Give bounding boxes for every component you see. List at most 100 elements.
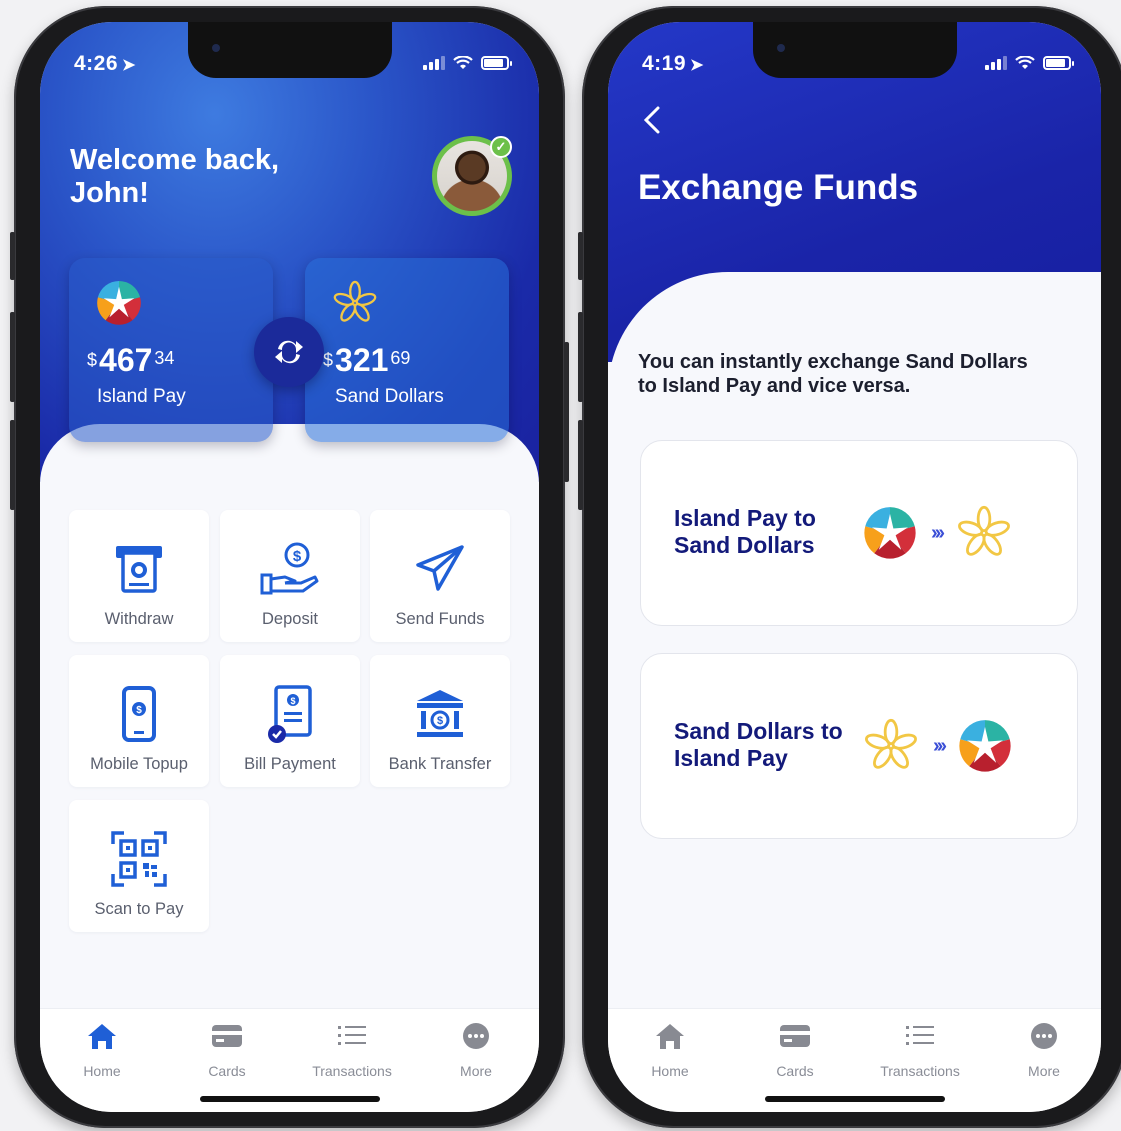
tab-more[interactable]: More: [994, 1021, 1094, 1079]
send-funds-tile[interactable]: Send Funds: [370, 510, 510, 642]
scan-to-pay-tile[interactable]: Scan to Pay: [69, 800, 209, 932]
home-icon: [88, 1024, 116, 1049]
tab-home[interactable]: Home: [52, 1021, 152, 1079]
atm-icon: [116, 546, 162, 593]
notch: [752, 22, 957, 78]
welcome-greeting: Welcome back, John!: [70, 144, 280, 209]
status-time: 4:19 ➤: [642, 52, 704, 75]
home-icon: [656, 1024, 684, 1049]
sand-dollars-to-island-pay-option[interactable]: Sand Dollars to Island Pay ›››: [640, 653, 1078, 839]
island-pay-logo-icon: [958, 719, 1012, 773]
page-title: Exchange Funds: [638, 168, 919, 207]
verified-check-icon: ✓: [490, 136, 512, 158]
currency-symbol: $: [323, 350, 334, 370]
tab-cards[interactable]: Cards: [745, 1021, 845, 1079]
island-pay-logo-icon: [863, 506, 917, 560]
tab-label: More: [1028, 1063, 1060, 1079]
volume-down-button: [10, 420, 15, 510]
battery-icon: [1043, 56, 1074, 70]
tab-label: Home: [83, 1063, 121, 1079]
sand-dollars-balance-card[interactable]: $ 321 69 Sand Dollars: [305, 258, 509, 442]
island-pay-label: Island Pay: [97, 386, 186, 407]
option-label: Island Pay to Sand Dollars: [674, 505, 816, 558]
more-icon: [1031, 1023, 1057, 1049]
tab-label: Cards: [776, 1063, 814, 1079]
svg-text:$: $: [290, 696, 295, 706]
more-icon: [463, 1023, 489, 1049]
tab-transactions[interactable]: Transactions: [870, 1021, 970, 1079]
tab-more[interactable]: More: [426, 1021, 526, 1079]
deposit-hand-icon: $: [260, 542, 319, 595]
deposit-tile[interactable]: $ Deposit: [220, 510, 360, 642]
balance-cents: 34: [154, 348, 175, 368]
battery-icon: [481, 56, 512, 70]
notch: [187, 22, 392, 78]
tab-label: Home: [651, 1063, 689, 1079]
currency-symbol: $: [87, 350, 98, 370]
volume-down-button: [578, 420, 583, 510]
arrows-right-icon: ›››: [933, 734, 947, 757]
island-pay-balance: $ 467 34: [87, 342, 174, 379]
option-label: Sand Dollars to Island Pay: [674, 718, 843, 771]
power-button: [564, 342, 569, 482]
volume-up-button: [10, 312, 15, 402]
balance-whole: 321: [335, 342, 389, 378]
deposit-label: Deposit: [262, 610, 318, 628]
exchange-description: You can instantly exchange Sand Dollars …: [638, 351, 1028, 397]
sand-dollar-logo-icon: [863, 718, 919, 774]
home-indicator: [199, 1096, 380, 1102]
svg-text:$: $: [293, 548, 302, 565]
bill-icon: $: [268, 685, 312, 743]
balance-cents: 69: [390, 348, 411, 368]
tab-bar: Home Cards Transactions More: [40, 1008, 539, 1112]
sand-dollar-logo-icon: [956, 505, 1012, 561]
back-button[interactable]: [643, 106, 660, 139]
volume-up-button: [578, 312, 583, 402]
mobile-topup-label: Mobile Topup: [90, 755, 188, 773]
send-funds-label: Send Funds: [395, 610, 485, 628]
status-time: 4:26 ➤: [74, 52, 136, 75]
arrows-right-icon: ›››: [931, 521, 945, 544]
exchange-screen: 4:19 ➤ Exchange Funds You can instantly e…: [608, 22, 1101, 1112]
avatar[interactable]: ✓: [432, 136, 512, 216]
home-indicator: [764, 1096, 945, 1102]
right-phone-frame: 4:19 ➤ Exchange Funds You can instantly e…: [578, 6, 1121, 1128]
tab-bar: Home Cards Transactions More: [608, 1008, 1101, 1112]
tab-label: Transactions: [312, 1063, 392, 1079]
tab-label: Cards: [208, 1063, 246, 1079]
svg-text:$: $: [136, 705, 142, 716]
sand-dollars-balance: $ 321 69: [323, 342, 410, 379]
tab-cards[interactable]: Cards: [177, 1021, 277, 1079]
island-pay-logo-icon: [96, 280, 142, 326]
island-pay-balance-card[interactable]: $ 467 34 Island Pay: [69, 258, 273, 442]
tab-label: Transactions: [880, 1063, 960, 1079]
tab-home[interactable]: Home: [620, 1021, 720, 1079]
wifi-icon: [453, 56, 473, 69]
bank-icon: $: [417, 690, 463, 737]
scan-to-pay-label: Scan to Pay: [94, 900, 184, 918]
sand-dollars-label: Sand Dollars: [335, 386, 444, 407]
cellular-signal-icon: [423, 56, 445, 70]
bank-transfer-label: Bank Transfer: [388, 755, 492, 773]
swap-arrows-icon: [275, 340, 303, 364]
exchange-flow: ›››: [863, 505, 1012, 561]
location-arrow-icon: ➤: [122, 57, 136, 74]
withdraw-label: Withdraw: [104, 610, 174, 628]
exchange-flow: ›››: [863, 718, 1012, 774]
cellular-signal-icon: [985, 56, 1007, 70]
left-phone-frame: 4:26 ➤ Welcome back, John! ✓ $ 467 34 Isl…: [10, 6, 569, 1128]
mobile-phone-icon: $: [122, 686, 156, 742]
tab-transactions[interactable]: Transactions: [302, 1021, 402, 1079]
list-icon: [338, 1026, 366, 1045]
balance-whole: 467: [99, 342, 153, 378]
mute-switch: [578, 232, 583, 280]
bill-payment-tile[interactable]: $ Bill Payment: [220, 655, 360, 787]
svg-text:$: $: [437, 715, 443, 727]
swap-button[interactable]: [254, 317, 324, 387]
chevron-left-icon: [643, 106, 660, 134]
mobile-topup-tile[interactable]: $ Mobile Topup: [69, 655, 209, 787]
island-pay-to-sand-dollars-option[interactable]: Island Pay to Sand Dollars ›››: [640, 440, 1078, 626]
withdraw-tile[interactable]: Withdraw: [69, 510, 209, 642]
bank-transfer-tile[interactable]: $ Bank Transfer: [370, 655, 510, 787]
mute-switch: [10, 232, 15, 280]
